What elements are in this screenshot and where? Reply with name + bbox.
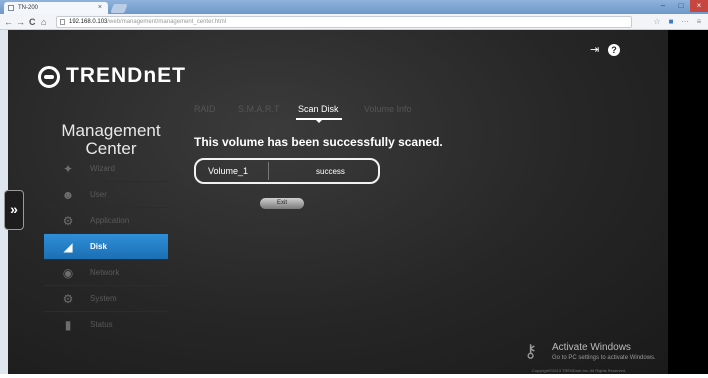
sidebar-item-network[interactable]: ◉ Network [44,260,168,286]
active-tab-notch [315,119,323,123]
sidebar-item-label: User [90,190,107,199]
forward-icon[interactable]: → [16,16,25,28]
tab-scan-disk[interactable]: Scan Disk [298,104,339,114]
application-icon: ⚙ [62,214,74,228]
wizard-icon: ✦ [62,162,74,176]
title-line-1: Management [61,121,161,140]
sidebar-item-label: Application [90,216,130,225]
user-icon: ☻ [61,188,75,202]
key-icon: ⚷ [524,341,538,361]
home-icon[interactable]: ⌂ [41,16,46,28]
status-icon: ▮ [64,318,72,332]
scan-status: success [316,167,345,176]
tab-smart[interactable]: S.M.A.R.T [238,104,280,114]
scan-result-message: This volume has been successfully scaned… [194,135,443,149]
management-center-title: Management Center [46,122,176,158]
browser-menu-icon[interactable]: ≡ [694,17,704,27]
result-divider [268,162,269,180]
trendnet-logo-text: TRENDnET [66,64,186,87]
trendnet-logo-mark [38,66,60,88]
tab-strip: TN-200 × – □ × [0,0,708,14]
help-icon[interactable]: ? [608,44,620,56]
sidebar-item-disk[interactable]: ◢ Disk [44,234,168,260]
activate-windows-title: Activate Windows [552,342,631,353]
new-tab-button[interactable] [110,4,128,13]
address-bar[interactable]: 192.168.0.103/web/management/management_… [56,16,632,28]
reload-icon[interactable]: C [29,16,36,28]
sidebar-item-system[interactable]: ⚙ System [44,286,168,312]
sidebar-item-wizard[interactable]: ✦ Wizard [44,156,168,182]
back-icon[interactable]: ← [4,16,13,28]
scan-result-box: Volume_1 success [194,158,380,184]
sidebar-item-label: System [90,294,117,303]
minimize-button[interactable]: – [654,0,672,12]
volume-name: Volume_1 [208,166,249,176]
tab-volume-info[interactable]: Volume Info [364,104,412,114]
sidebar-item-user[interactable]: ☻ User [44,182,168,208]
sidebar-item-status[interactable]: ▮ Status [44,312,168,338]
browser-window: TN-200 × – □ × ← → C ⌂ 192.168.0.103/web… [0,0,708,378]
url-path: /web/management/management_center.html [107,19,227,25]
sidebar-toggle-button[interactable]: » [4,190,24,230]
sidebar-item-application[interactable]: ⚙ Application [44,208,168,234]
page-info-icon [60,19,65,25]
activate-windows-subtitle: Go to PC settings to activate Windows. [552,355,656,361]
tab-raid[interactable]: RAID [194,104,216,114]
browser-tab[interactable]: TN-200 × [4,2,108,14]
url-host: 192.168.0.103 [69,19,108,25]
browser-toolbar: ← → C ⌂ 192.168.0.103/web/management/man… [0,14,708,30]
sidebar-item-label: Network [90,268,120,277]
page-right-margin [668,30,708,374]
logout-icon[interactable]: ⇥ [590,44,602,56]
exit-button[interactable]: Exit [260,198,304,209]
sidebar-item-label: Wizard [90,164,115,173]
extension-icon[interactable]: ■ [666,17,676,27]
browser-tab-title: TN-200 [18,5,39,11]
disk-icon: ◢ [63,240,73,254]
bookmark-star-icon[interactable]: ☆ [652,17,662,27]
close-tab-icon[interactable]: × [98,4,102,11]
sidebar-item-label: Disk [90,242,107,251]
page-bottom-edge [0,374,708,378]
page-icon [8,5,14,11]
copyright-text: Copyright©2013 TRENDnet Inc. All Rights … [532,368,627,373]
sidebar-item-label: Status [90,320,113,329]
maximize-button[interactable]: □ [672,0,690,12]
network-icon: ◉ [62,266,74,280]
extensions-more-icon[interactable]: ⋯ [680,17,690,27]
system-icon: ⚙ [62,292,74,306]
close-window-button[interactable]: × [690,0,708,12]
sidebar-menu: ✦ Wizard ☻ User ⚙ Application ◢ Disk ◉ N… [44,156,168,338]
